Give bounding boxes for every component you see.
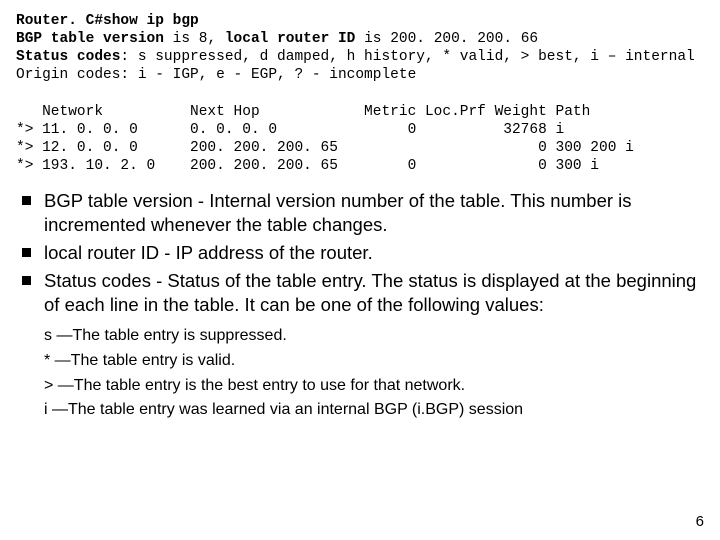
bullet-desc: - IP address of the router. bbox=[159, 242, 373, 263]
terminal-output: Router. C#show ip bgp BGP table version … bbox=[16, 12, 704, 175]
bgp-table-version-key: BGP table version bbox=[16, 31, 164, 47]
local-router-id-key: local router ID bbox=[225, 31, 356, 47]
table-row: *> 12. 0. 0. 0 200. 200. 200. 65 0 300 2… bbox=[16, 140, 634, 156]
status-code-gt: > —The table entry is the best entry to … bbox=[44, 375, 704, 397]
command: show ip bgp bbox=[103, 13, 199, 29]
table-header: Network Next Hop Metric Loc.Prf Weight P… bbox=[16, 104, 590, 120]
status-code-star: * —The table entry is valid. bbox=[44, 350, 704, 372]
text: is 200. 200. 200. 66 bbox=[355, 31, 538, 47]
bullet-term: local router ID bbox=[44, 242, 159, 263]
status-code-s: s —The table entry is suppressed. bbox=[44, 325, 704, 347]
bullet-list: BGP table version - Internal version num… bbox=[16, 189, 704, 317]
bullet-term: BGP table version bbox=[44, 190, 193, 211]
bullet-term: Status codes bbox=[44, 270, 151, 291]
origin-codes-line: Origin codes: i - IGP, e - EGP, ? - inco… bbox=[16, 67, 416, 83]
status-codes-sublist: s —The table entry is suppressed. * —The… bbox=[16, 325, 704, 420]
text: is 8, bbox=[164, 31, 225, 47]
status-code-i: i —The table entry was learned via an in… bbox=[44, 399, 704, 421]
text: : s suppressed, d damped, h history, * v… bbox=[120, 49, 694, 65]
bullet-local-router-id: local router ID - IP address of the rout… bbox=[16, 241, 704, 265]
page-number: 6 bbox=[696, 513, 704, 530]
table-row: *> 11. 0. 0. 0 0. 0. 0. 0 0 32768 i bbox=[16, 122, 564, 138]
bullet-status-codes: Status codes - Status of the table entry… bbox=[16, 269, 704, 317]
bullet-bgp-table-version: BGP table version - Internal version num… bbox=[16, 189, 704, 237]
prompt: Router. C# bbox=[16, 13, 103, 29]
table-row: *> 193. 10. 2. 0 200. 200. 200. 65 0 0 3… bbox=[16, 158, 599, 174]
status-codes-key: Status codes bbox=[16, 49, 120, 65]
